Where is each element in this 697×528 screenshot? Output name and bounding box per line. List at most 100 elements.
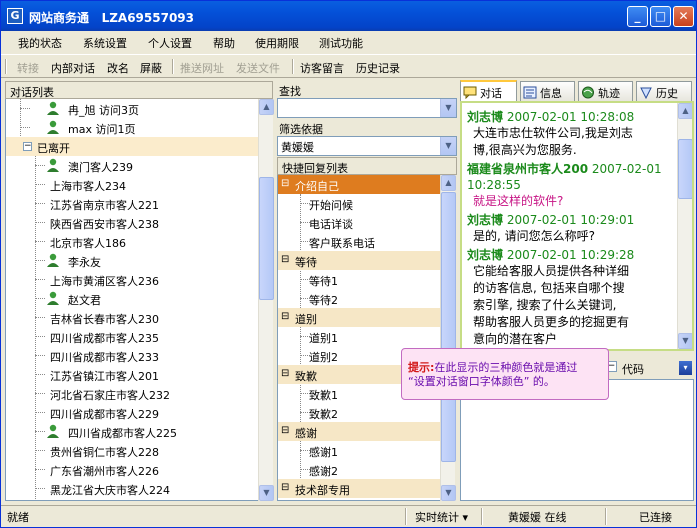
list-item[interactable]: 黑龙江省大庆市客人224 <box>6 479 258 498</box>
collapse-icon[interactable]: ⊟ <box>281 254 289 265</box>
menu-help[interactable]: 帮助 <box>213 35 235 51</box>
scroll-down-icon[interactable]: ▼ <box>259 485 274 501</box>
quick-reply-group[interactable]: ⊟ 技术部专用 <box>278 479 440 498</box>
visitor-message-button[interactable]: 访客留言 <box>300 60 344 76</box>
list-item[interactable]: 吉林省长春市客人230 <box>6 308 258 327</box>
message-time: 2007-02-01 10:29:01 <box>506 213 635 227</box>
chat-scrollbar[interactable]: ▲ ▼ <box>677 103 692 349</box>
list-item[interactable]: 江苏省镇江市客人201 <box>6 365 258 384</box>
message-sender: 刘志博 <box>467 248 504 262</box>
history-button[interactable]: 历史记录 <box>356 60 400 76</box>
minimize-button[interactable]: _ <box>627 6 648 27</box>
quick-reply-item[interactable]: 道别2 <box>309 349 338 365</box>
group-label: 已离开 <box>37 142 70 155</box>
scroll-up-icon[interactable]: ▲ <box>259 99 274 115</box>
menu-system-settings[interactable]: 系统设置 <box>83 35 127 51</box>
list-item[interactable]: 江苏省南京市客人221 <box>6 194 258 213</box>
scroll-thumb[interactable] <box>259 177 274 300</box>
list-item[interactable]: 贵州省铜仁市客人228 <box>6 441 258 460</box>
list-item[interactable]: max 访问1页 <box>6 118 258 137</box>
quick-reply-item[interactable]: 道别1 <box>309 330 338 346</box>
conversation-scrollbar[interactable]: ▲ ▼ <box>258 99 274 501</box>
list-item[interactable]: 上海市客人234 <box>6 175 258 194</box>
collapse-icon[interactable]: − <box>23 142 32 151</box>
quick-reply-group[interactable]: ⊟ 等待 <box>278 251 440 270</box>
maximize-button[interactable]: □ <box>650 6 671 27</box>
quick-reply-list[interactable]: ⊟ 介绍自己开始问候电话详谈客户联系电话 ⊟ 等待等待1 等待2 ⊟ 道别道别1 道别2 ⊟ 致歉… <box>277 175 440 501</box>
dropdown-arrow-icon[interactable]: ▾ <box>679 361 692 375</box>
scroll-up-icon[interactable]: ▲ <box>678 103 692 119</box>
quick-reply-item[interactable]: 感谢1 <box>309 444 338 460</box>
visitor-online-icon <box>47 424 59 438</box>
scroll-thumb[interactable] <box>441 192 456 462</box>
close-button[interactable]: ✕ <box>673 6 694 27</box>
list-item[interactable]: 四川省成都市客人225 <box>6 422 258 441</box>
quick-reply-item[interactable]: 等待1 <box>309 273 338 289</box>
list-item[interactable]: 冉_旭 访问3页 <box>6 99 258 118</box>
group-left-row[interactable]: − 已离开 <box>6 137 258 156</box>
list-item[interactable]: 北京市客人186 <box>6 232 258 251</box>
push-url-button[interactable]: 推送网址 <box>180 60 224 76</box>
title-bar[interactable]: G 网站商务通 LZA69557093 _ □ ✕ <box>1 1 696 31</box>
quick-reply-group[interactable]: ⊟ 感谢 <box>278 422 440 441</box>
scroll-down-icon[interactable]: ▼ <box>441 485 456 501</box>
history-icon <box>640 87 652 99</box>
quick-reply-item[interactable]: 致歉2 <box>309 406 338 422</box>
collapse-icon[interactable]: ⊟ <box>281 178 289 189</box>
chat-transcript[interactable]: 刘志博 2007-02-01 10:28:08 大连市忠仕软件公司,我是刘志 博,很… <box>460 101 694 351</box>
message-body: 就是这样的软件? <box>467 193 672 210</box>
menu-test-features[interactable]: 测试功能 <box>319 35 363 51</box>
list-item[interactable]: 四川省成都市客人229 <box>6 403 258 422</box>
track-icon <box>582 86 594 99</box>
quick-reply-item[interactable]: 致歉1 <box>309 387 338 403</box>
message-line: 意向的潜在客户 <box>473 332 558 346</box>
search-combo[interactable]: ▼ <box>277 98 457 118</box>
quick-reply-item[interactable]: 客户联系电话 <box>309 235 375 251</box>
quick-reply-group[interactable]: ⊟ 介绍自己 <box>278 175 440 194</box>
code-label[interactable]: 代码 <box>622 361 644 377</box>
menu-validity[interactable]: 使用期限 <box>255 35 299 51</box>
collapse-icon[interactable]: ⊟ <box>281 425 289 436</box>
list-item[interactable]: 四川省成都市客人235 <box>6 327 258 346</box>
rename-button[interactable]: 改名 <box>107 60 129 76</box>
list-item[interactable]: 赵文君 <box>6 289 258 308</box>
quick-reply-item[interactable]: 电话详谈 <box>309 216 353 232</box>
list-item[interactable]: 陕西省西安市客人238 <box>6 213 258 232</box>
tab-info[interactable]: 信息 <box>520 81 575 101</box>
quick-reply-scrollbar[interactable]: ▲ ▼ <box>440 175 456 501</box>
chevron-down-icon[interactable]: ▼ <box>440 137 456 155</box>
visitor-name: 澳门客人239 <box>68 161 133 174</box>
internal-chat-button[interactable]: 内部对话 <box>51 60 95 76</box>
scroll-up-icon[interactable]: ▲ <box>441 175 456 191</box>
list-item[interactable]: 上海市黄浦区客人236 <box>6 270 258 289</box>
tab-chat[interactable]: 对话 <box>460 80 517 102</box>
list-item[interactable]: 四川省成都市客人233 <box>6 346 258 365</box>
tab-history[interactable]: 历史 <box>636 81 692 101</box>
tab-track[interactable]: 轨迹 <box>578 81 633 101</box>
collapse-icon[interactable]: ⊟ <box>281 482 289 493</box>
quick-reply-item[interactable]: 开始问候 <box>309 197 353 213</box>
filter-select[interactable]: 黄媛媛 ▼ <box>277 136 457 156</box>
block-button[interactable]: 屏蔽 <box>140 60 162 76</box>
transfer-button[interactable]: 转接 <box>17 60 39 76</box>
conversation-tree[interactable]: 冉_旭 访问3页 max 访问1页 − 已离开 澳门客人239 上海市客人234 江… <box>5 99 258 501</box>
collapse-icon[interactable]: ⊟ <box>281 368 289 379</box>
quick-reply-item[interactable]: 等待2 <box>309 292 338 308</box>
list-item[interactable]: 李永友 <box>6 251 258 270</box>
list-item[interactable]: 河北省石家庄市客人232 <box>6 384 258 403</box>
list-item[interactable]: 广东省潮州市客人226 <box>6 460 258 479</box>
list-item[interactable]: 澳门客人239 <box>6 156 258 175</box>
message-line: 是的, 请问您怎么称呼? <box>473 229 595 243</box>
chevron-down-icon[interactable]: ▼ <box>440 99 456 117</box>
realtime-stats-button[interactable]: 实时统计 ▾ <box>415 509 468 525</box>
quick-reply-group-title: 感谢 <box>295 427 317 440</box>
send-file-button[interactable]: 发送文件 <box>236 60 280 76</box>
quick-reply-group[interactable]: ⊟ 道别 <box>278 308 440 327</box>
menu-my-status[interactable]: 我的状态 <box>18 35 62 51</box>
menu-personal-settings[interactable]: 个人设置 <box>148 35 192 51</box>
scroll-thumb[interactable] <box>678 139 692 199</box>
quick-reply-item[interactable]: 感谢2 <box>309 463 338 479</box>
message-header: 刘志博 2007-02-01 10:28:08 <box>467 109 672 125</box>
collapse-icon[interactable]: ⊟ <box>281 311 289 322</box>
scroll-down-icon[interactable]: ▼ <box>678 333 692 349</box>
